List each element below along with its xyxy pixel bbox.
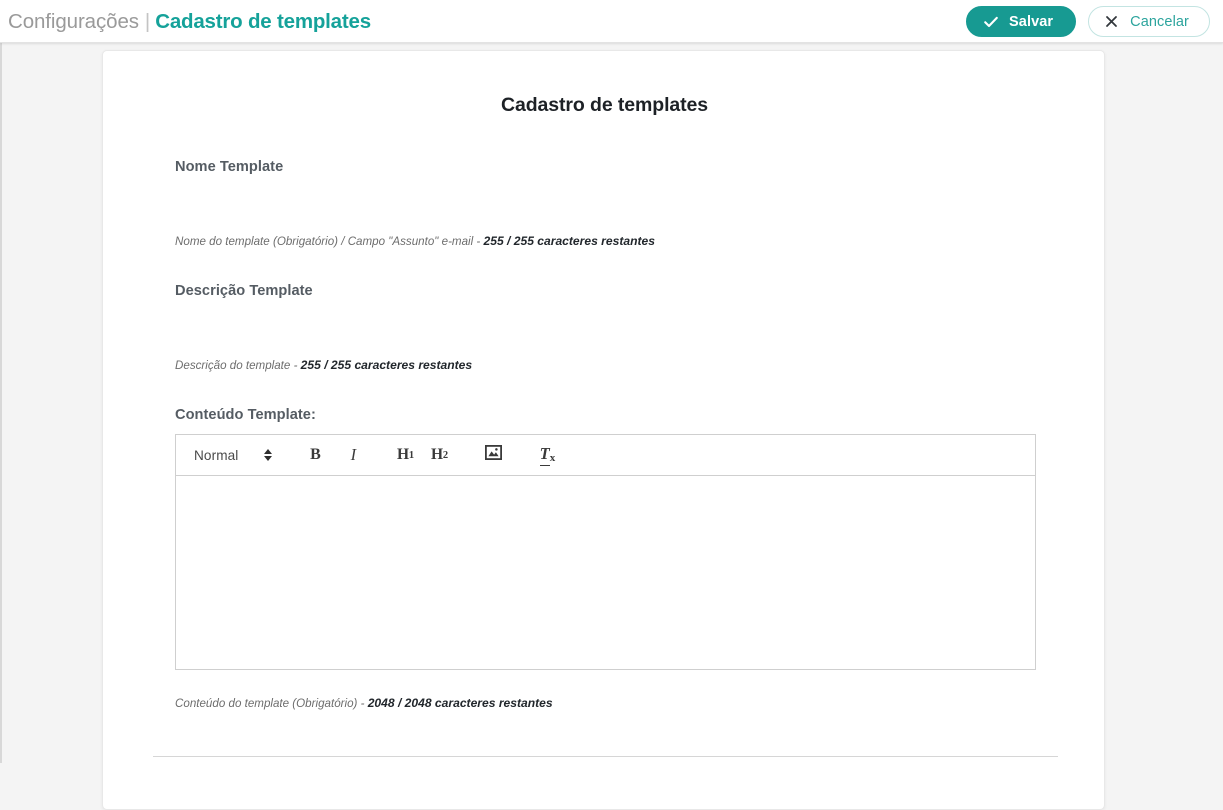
- bold-icon: B: [310, 446, 321, 463]
- save-button-label: Salvar: [1009, 13, 1054, 30]
- italic-button[interactable]: I: [342, 441, 364, 469]
- heading-1-button[interactable]: H1: [394, 441, 416, 469]
- breadcrumb-separator: |: [144, 9, 151, 33]
- rich-text-editor: Normal B I H1 H2 T x: [175, 434, 1036, 670]
- clear-formatting-icon: Tx: [539, 444, 556, 466]
- bold-button[interactable]: B: [304, 441, 326, 469]
- close-icon: [1104, 14, 1119, 29]
- heading-2-button[interactable]: H2: [428, 441, 450, 469]
- conteudo-template-hint: Conteúdo do template (Obrigatório) - 204…: [175, 696, 553, 710]
- editor-toolbar: Normal B I H1 H2 T x: [175, 434, 1036, 476]
- clear-formatting-t: T: [539, 444, 550, 466]
- image-icon: [484, 444, 502, 465]
- nome-template-hint: Nome do template (Obrigatório) / Campo "…: [175, 234, 655, 248]
- insert-image-button[interactable]: [482, 441, 504, 469]
- descricao-template-hint: Descrição do template - 255 / 255 caract…: [175, 358, 472, 372]
- topbar-actions: Salvar Cancelar: [966, 6, 1210, 37]
- content-card: Cadastro de templates Nome Template Nome…: [102, 50, 1105, 810]
- nome-hint-counter: 255 / 255 caracteres restantes: [483, 234, 655, 248]
- cancel-button[interactable]: Cancelar: [1088, 6, 1210, 37]
- conteudo-template-label: Conteúdo Template:: [175, 407, 316, 423]
- heading-2-icon: H: [430, 446, 443, 463]
- breadcrumb-current-page: Cadastro de templates: [155, 9, 371, 33]
- heading-2-subscript: 2: [442, 449, 448, 461]
- left-rail-divider: [0, 43, 2, 763]
- descricao-hint-text: Descrição do template -: [175, 359, 301, 372]
- check-icon: [983, 14, 999, 30]
- save-button[interactable]: Salvar: [966, 6, 1077, 37]
- clear-formatting-button[interactable]: Tx: [536, 441, 558, 469]
- italic-icon: I: [350, 445, 357, 464]
- nome-template-input[interactable]: [175, 203, 1036, 205]
- descricao-template-label: Descrição Template: [175, 283, 313, 299]
- breadcrumb: Configurações | Cadastro de templates: [8, 0, 371, 43]
- descricao-template-input[interactable]: [175, 327, 1036, 329]
- clear-formatting-x: x: [549, 452, 556, 464]
- top-app-bar: Configurações | Cadastro de templates Sa…: [0, 0, 1223, 43]
- format-block-value: Normal: [194, 447, 239, 463]
- heading-1-subscript: 1: [408, 449, 414, 461]
- page-title: Cadastro de templates: [500, 94, 709, 116]
- chevron-up-down-icon: [264, 448, 273, 462]
- cancel-button-label: Cancelar: [1130, 13, 1189, 30]
- breadcrumb-parent[interactable]: Configurações: [8, 10, 139, 34]
- nome-template-label: Nome Template: [175, 159, 284, 175]
- descricao-hint-counter: 255 / 255 caracteres restantes: [300, 358, 473, 372]
- format-block-select[interactable]: Normal: [194, 447, 273, 463]
- conteudo-hint-counter: 2048 / 2048 caracteres restantes: [367, 696, 553, 710]
- heading-1-icon: H: [396, 446, 409, 463]
- editor-content-area[interactable]: [175, 476, 1036, 670]
- nome-hint-text: Nome do template (Obrigatório) / Campo "…: [175, 235, 484, 248]
- section-divider: [153, 756, 1058, 757]
- conteudo-hint-text: Conteúdo do template (Obrigatório) -: [175, 697, 368, 710]
